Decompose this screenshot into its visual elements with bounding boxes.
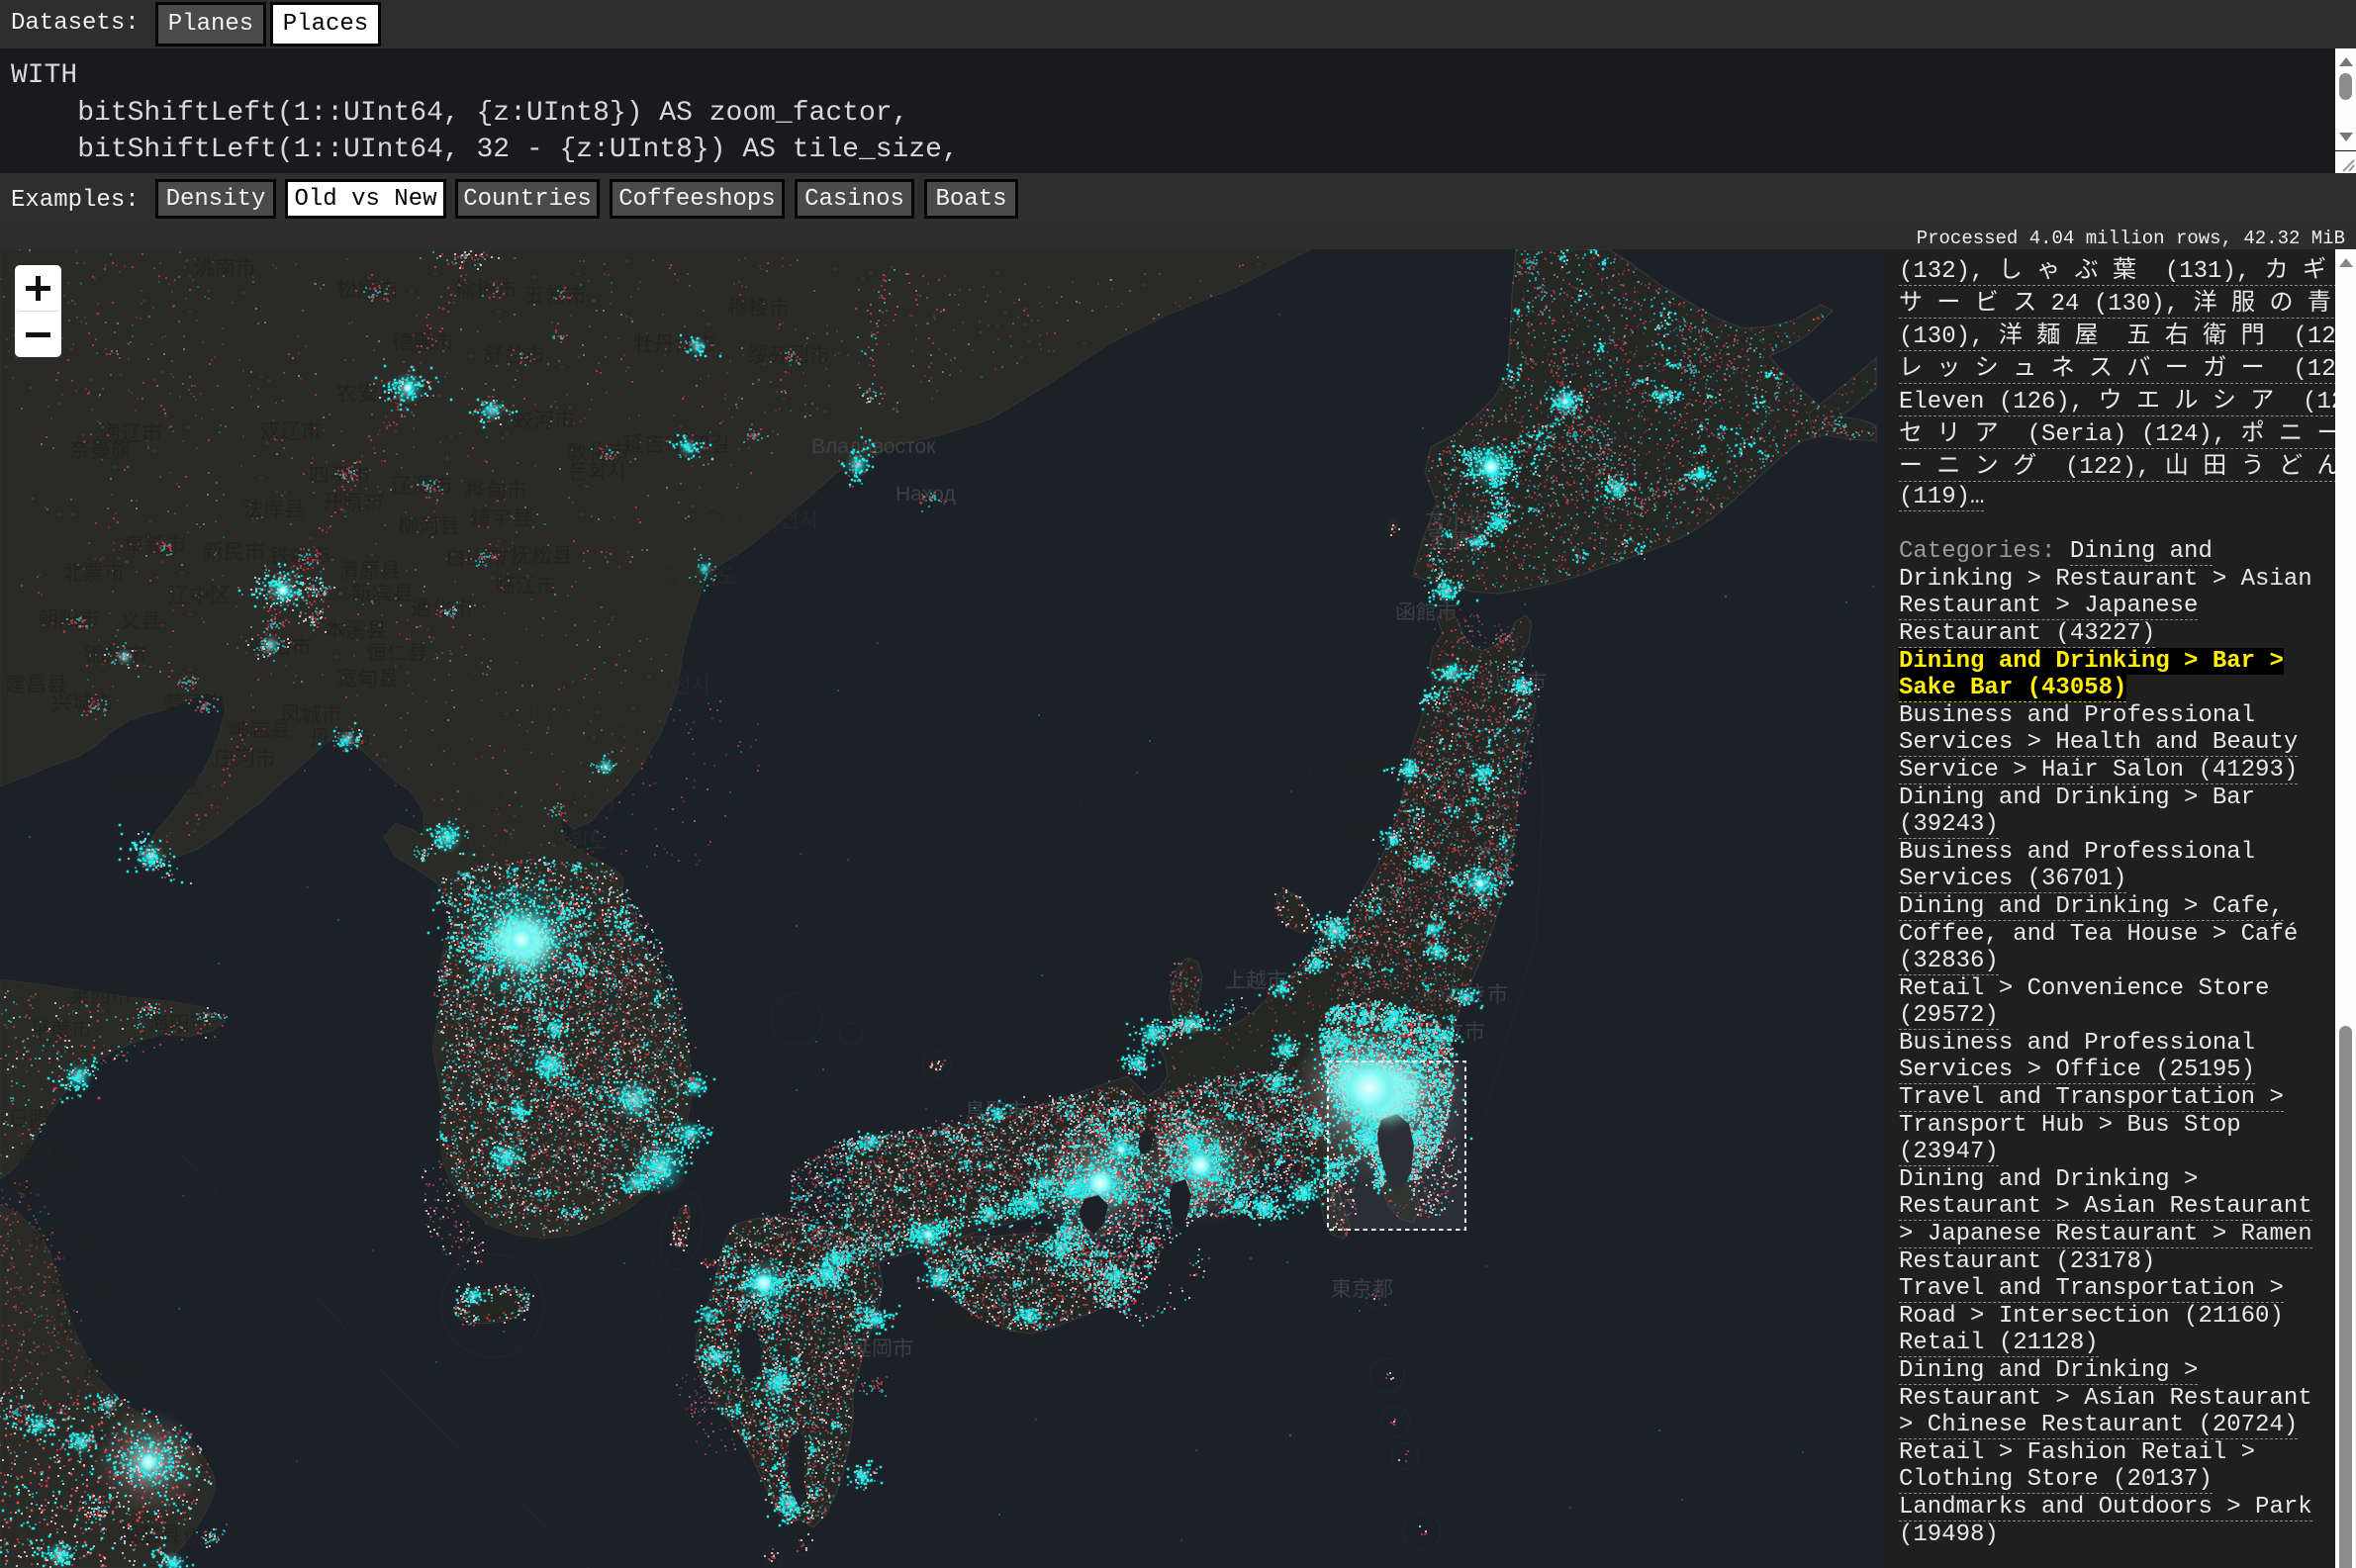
svg-text:蛟河市: 蛟河市: [513, 410, 575, 432]
svg-text:海安市: 海安市: [84, 1357, 146, 1380]
svg-text:岫岩县: 岫岩县: [229, 718, 291, 741]
svg-text:평성시: 평성시: [465, 791, 522, 814]
svg-text:东台市: 东台市: [61, 1318, 124, 1340]
svg-text:海盐县: 海盐县: [119, 1523, 181, 1546]
svg-text:阜新市: 阜新市: [124, 534, 186, 557]
svg-text:라선시: 라선시: [761, 509, 818, 532]
svg-text:新民市: 新民市: [203, 541, 265, 564]
svg-text:庄河市: 庄河市: [214, 748, 276, 771]
svg-text:秋田: 秋田: [1344, 752, 1385, 775]
svg-text:奈曼旗: 奈曼旗: [69, 439, 132, 462]
svg-text:朝阳市: 朝阳市: [38, 608, 100, 631]
svg-text:평안남도: 평안남도: [435, 744, 512, 767]
svg-text:국: 국: [518, 736, 537, 759]
svg-text:岚山区: 岚山区: [18, 1144, 80, 1166]
svg-text:恒仁县: 恒仁县: [366, 642, 428, 665]
svg-text:通化市: 通化市: [411, 598, 473, 620]
svg-text:松原市: 松原市: [336, 279, 399, 302]
svg-text:의인민공화: 의인민공화: [497, 706, 593, 729]
svg-text:조선민주주: 조선민주주: [495, 677, 591, 699]
svg-text:开原市: 开原市: [322, 492, 384, 514]
svg-text:盐城市: 盐城市: [49, 1274, 112, 1297]
svg-text:义县: 义县: [120, 610, 161, 633]
svg-text:洮南市: 洮南市: [194, 257, 256, 280]
svg-text:滨海县: 滨海县: [32, 1225, 94, 1247]
svg-text:北票市: 北票市: [62, 562, 125, 585]
svg-text:東京都: 東京都: [1331, 1278, 1393, 1301]
svg-text:清原县: 清原县: [338, 560, 401, 583]
svg-text:단천시: 단천시: [653, 675, 710, 697]
svg-text:抚松县: 抚松县: [511, 545, 573, 568]
svg-text:普兰店区: 普兰店区: [119, 776, 202, 798]
svg-text:营口市: 营口市: [163, 692, 226, 715]
svg-text:双辽市: 双辽市: [259, 420, 322, 443]
svg-text:桦甸市: 桦甸市: [465, 480, 527, 503]
svg-text:大连: 大连: [239, 846, 281, 869]
svg-text:돈화시: 돈화시: [569, 461, 626, 484]
svg-text:辽源市: 辽源市: [391, 475, 453, 498]
svg-text:柳河县: 柳河县: [398, 515, 460, 538]
svg-text:莱西市: 莱西市: [69, 985, 132, 1008]
svg-text:신포시: 신포시: [592, 724, 649, 747]
svg-text:新宾县: 新宾县: [351, 583, 414, 605]
svg-text:舒兰市: 舒兰市: [483, 344, 545, 367]
svg-text:穆棱市: 穆棱市: [727, 297, 790, 320]
svg-text:绥芬河市: 绥芬河市: [747, 344, 830, 367]
svg-text:원산시: 원산시: [558, 791, 615, 814]
svg-text:강원도: 강원도: [550, 831, 608, 854]
svg-text:本溪县: 本溪县: [325, 619, 387, 642]
svg-text:德惠市: 德惠市: [392, 331, 454, 354]
svg-text:港市: 港市: [8, 1175, 49, 1198]
svg-text:海阳市: 海阳市: [148, 1013, 211, 1036]
svg-text:日照市: 日照市: [8, 1108, 70, 1131]
svg-text:函館市: 函館市: [1395, 601, 1458, 624]
svg-text:자강도: 자강도: [499, 650, 556, 673]
svg-text:酒田: 酒田: [1344, 821, 1385, 844]
svg-text:辽中区: 辽中区: [168, 585, 231, 607]
svg-text:临江市: 临江市: [495, 575, 557, 598]
svg-text:회령시: 회령시: [687, 509, 744, 532]
svg-text:四平市: 四平市: [309, 465, 371, 488]
